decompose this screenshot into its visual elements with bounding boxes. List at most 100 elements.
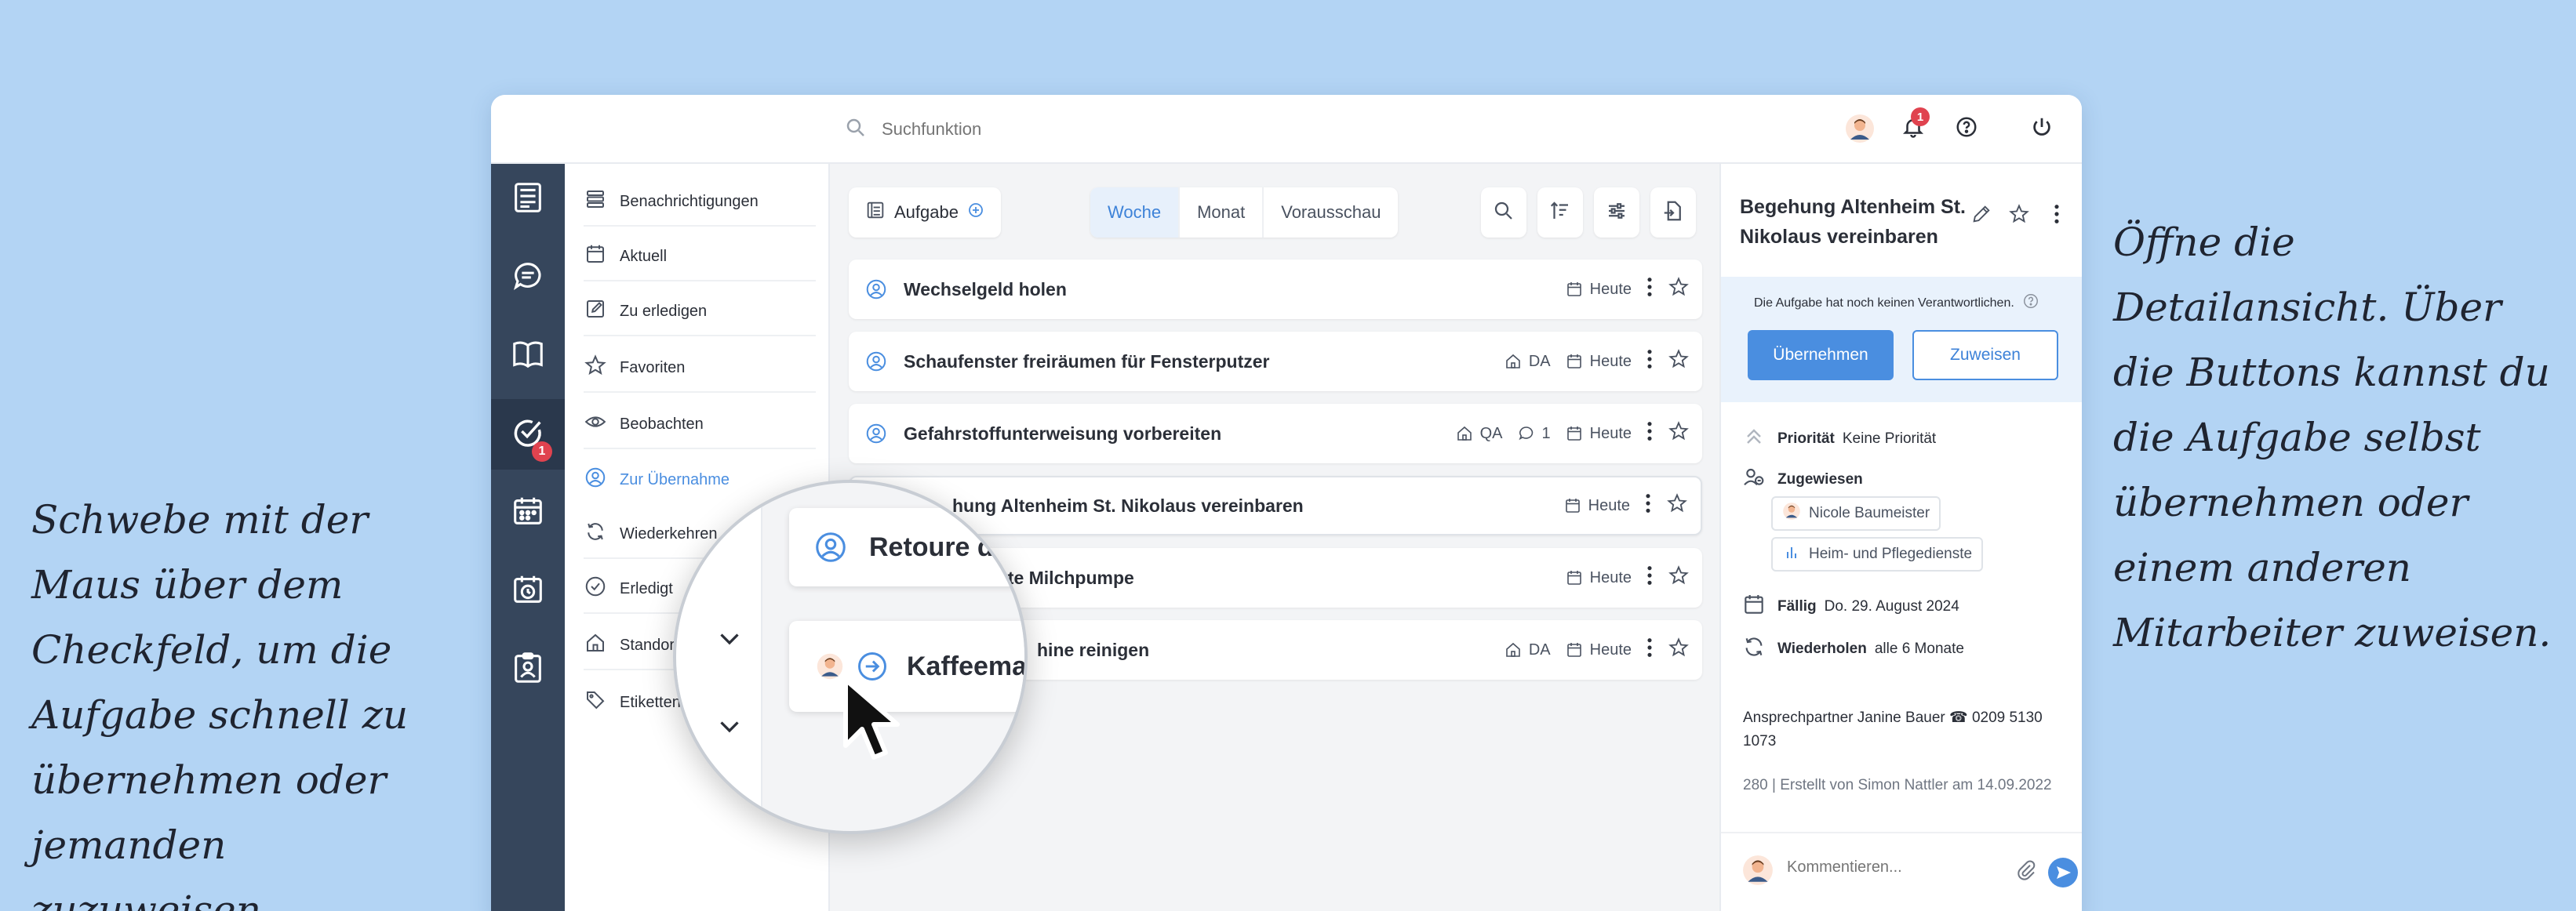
due-label: Fällig — [1777, 598, 1817, 615]
calendar-icon — [1741, 592, 1766, 622]
user-circle-icon[interactable] — [864, 278, 888, 301]
subnav-label: Favoriten — [620, 358, 686, 376]
user-circle-icon[interactable] — [813, 529, 849, 565]
more-vertical-icon[interactable] — [1646, 420, 1654, 447]
search-tasks-button[interactable] — [1481, 187, 1526, 238]
paperclip-icon[interactable] — [2014, 858, 2038, 886]
notifications-button[interactable]: 1 — [1897, 107, 1930, 145]
repeat-row: Wiederholen alle 6 Monate — [1741, 634, 1964, 664]
id-badge-icon — [510, 650, 546, 690]
help-icon — [1955, 115, 1978, 143]
avatar[interactable] — [816, 652, 844, 681]
magnifier-overlay: Retoure de Kaffeema — [673, 480, 1028, 834]
user-circle-icon[interactable] — [864, 350, 888, 373]
subnav-item-notifications[interactable]: Benachrichtigungen — [584, 178, 816, 227]
priority-icon — [1741, 424, 1766, 454]
pencil-icon[interactable] — [1970, 203, 1992, 229]
subnav-label: Erledigt — [620, 579, 673, 597]
new-task-label: Aufgabe — [894, 202, 959, 222]
rail-item-chat[interactable] — [491, 242, 565, 313]
avatar — [1741, 854, 1774, 887]
assignee-group-chip[interactable]: Heim- und Pflegedienste — [1771, 537, 1984, 572]
due-date: Heute — [1563, 496, 1630, 515]
more-vertical-icon[interactable] — [1646, 564, 1654, 591]
tab-week[interactable]: Woche — [1090, 187, 1181, 238]
magnified-task-title: Retoure de — [869, 532, 1009, 562]
more-vertical-icon[interactable] — [1646, 276, 1654, 303]
search-input[interactable] — [882, 119, 1164, 140]
rail-item-contacts[interactable] — [491, 634, 565, 705]
location: DA — [1504, 352, 1551, 371]
rail-item-schedule[interactable] — [491, 556, 565, 626]
send-icon[interactable] — [2047, 857, 2079, 892]
subnav-label: Aktuell — [620, 247, 668, 265]
repeat-icon — [584, 520, 607, 548]
star-icon[interactable] — [1668, 564, 1690, 591]
subnav-label: Benachrichtigungen — [620, 192, 759, 210]
due-date: Heute — [1565, 424, 1632, 443]
subnav-item-todo[interactable]: Zu erledigen — [584, 288, 816, 336]
more-vertical-icon[interactable] — [1646, 637, 1654, 663]
due-label: Heute — [1589, 424, 1632, 442]
calendar-icon — [510, 493, 546, 533]
repeat-label: Wiederholen — [1777, 641, 1867, 657]
more-vertical-icon[interactable] — [1646, 348, 1654, 375]
task-row[interactable]: Gefahrstoffunterweisung vorbereiten QA 1… — [849, 404, 1702, 463]
due-date: Heute — [1565, 568, 1632, 587]
assignee-person-name: Nicole Baumeister — [1809, 505, 1930, 521]
repeat-value: alle 6 Monate — [1874, 641, 1964, 657]
user-avatar[interactable] — [1843, 112, 1876, 145]
take-over-button[interactable]: Übernehmen — [1748, 330, 1894, 380]
subnav-item-favorites[interactable]: Favoriten — [584, 344, 816, 393]
eye-icon — [584, 410, 607, 438]
location: DA — [1504, 641, 1551, 659]
power-icon — [2030, 115, 2054, 143]
task-row[interactable]: Wechselgeld holen Heute — [849, 260, 1702, 319]
star-icon[interactable] — [1668, 637, 1690, 663]
more-vertical-icon[interactable] — [1644, 492, 1652, 519]
more-vertical-icon[interactable] — [2046, 203, 2068, 229]
magnified-task-card-hover[interactable]: Kaffeema — [789, 621, 1024, 712]
assign-button[interactable]: Zuweisen — [1912, 330, 2058, 380]
tab-preview[interactable]: Vorausschau — [1264, 187, 1398, 238]
comment-count-label: 1 — [1541, 424, 1551, 442]
chat-icon — [510, 258, 546, 298]
help-icon[interactable] — [2022, 292, 2039, 314]
task-row[interactable]: Schaufenster freiräumen für Fensterputze… — [849, 332, 1702, 391]
star-icon[interactable] — [2008, 203, 2030, 229]
rail-item-tasks[interactable]: 1 — [491, 399, 565, 470]
sort-button[interactable] — [1537, 187, 1583, 238]
task-title: Schaufenster freiräumen für Fensterputze… — [904, 350, 1270, 372]
contact-line-2: 1073 — [1743, 733, 1777, 749]
mouse-cursor-icon — [843, 677, 900, 760]
help-button[interactable] — [1950, 112, 1983, 145]
filter-button[interactable] — [1594, 187, 1639, 238]
star-icon[interactable] — [1668, 276, 1690, 303]
subnav-item-current[interactable]: Aktuell — [584, 233, 816, 281]
calendar-icon — [584, 242, 607, 270]
comment-input[interactable] — [1787, 858, 1983, 877]
tab-month[interactable]: Monat — [1180, 187, 1264, 238]
calendar-clock-icon — [510, 572, 546, 612]
rail-item-calendar[interactable] — [491, 477, 565, 548]
priority-label: Priorität — [1777, 430, 1835, 447]
assignment-box: Die Aufgabe hat noch keinen Verantwortli… — [1721, 277, 2082, 402]
user-circle-icon[interactable] — [864, 422, 888, 445]
star-icon[interactable] — [1668, 420, 1690, 447]
rail-item-news[interactable] — [491, 164, 565, 234]
task-detail-panel: Begehung Altenheim St. Nikolaus vereinba… — [1719, 164, 2082, 911]
magnified-task-card[interactable]: Retoure de — [789, 508, 1024, 586]
star-icon[interactable] — [1668, 348, 1690, 375]
subnav-item-watch[interactable]: Beobachten — [584, 401, 816, 449]
task-title: Gefahrstoffunterweisung vorbereiten — [904, 423, 1222, 444]
star-icon — [584, 354, 607, 382]
rail-item-handbook[interactable] — [491, 321, 565, 391]
star-icon[interactable] — [1666, 492, 1688, 519]
magnified-subnav — [676, 483, 762, 831]
new-task-button[interactable]: Aufgabe — [849, 187, 1001, 238]
detail-hint-caption: Öffne die Detailansicht. Über die Button… — [2113, 220, 2552, 655]
export-button[interactable] — [1650, 187, 1696, 238]
assigned-label: Zugewiesen — [1777, 471, 1863, 488]
assignee-person-chip[interactable]: Nicole Baumeister — [1771, 496, 1941, 531]
logout-button[interactable] — [2025, 112, 2058, 145]
